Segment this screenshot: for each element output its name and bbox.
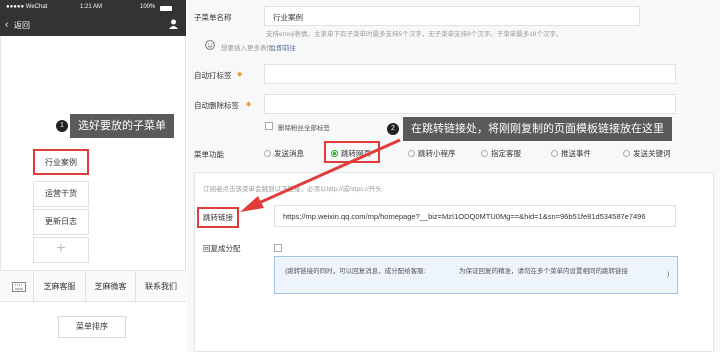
back-chevron-icon[interactable]: ‹ — [5, 19, 8, 30]
menu-bar-item-3[interactable]: 联系我们 — [135, 271, 186, 303]
time-label: 1:21 AM — [80, 4, 103, 10]
remove-all-tags-label: 删除粉丝全部标签 — [278, 125, 330, 132]
plus-icon: + — [56, 240, 66, 257]
carrier-label: ●●●●● WeChat — [6, 4, 48, 10]
reply-note-left: (跳转链接的同时，可以回复消息，成分配给客服: — [285, 268, 426, 275]
emoji-link[interactable]: 立即前往 — [270, 42, 296, 52]
option-label: 指定客服 — [491, 149, 521, 158]
submenu-name-label: 子菜单名称 — [194, 13, 232, 22]
diamond-icon: ◆ — [237, 71, 243, 78]
diamond-icon: ◆ — [246, 101, 252, 108]
option-push-event[interactable]: 推送事件 — [551, 148, 591, 159]
menu-function-label: 菜单功能 — [194, 150, 224, 159]
battery-label: 100% — [140, 4, 156, 10]
submenu-name-input[interactable]: 行业案例 — [264, 6, 640, 26]
auto-remove-tag-input[interactable] — [264, 94, 676, 114]
keyboard-icon[interactable] — [12, 282, 26, 292]
phone-preview: ●●●●● WeChat 1:21 AM 100% ‹ 返回 行业案例 运营干货… — [0, 0, 186, 352]
menu-bar-item-2[interactable]: 芝麻微客 — [85, 271, 135, 303]
submenu-item-ops[interactable]: 运营干货 — [33, 181, 89, 207]
battery-icon — [160, 6, 172, 11]
remove-all-tags-checkbox[interactable] — [265, 122, 273, 130]
auto-remove-tag-label: 自动删除标签 — [194, 101, 239, 110]
step-two-badge: 2 — [387, 123, 399, 135]
phone-menu-bar: 芝麻客服 芝麻微客 联系我们 — [0, 270, 186, 303]
add-submenu-button[interactable]: + — [33, 237, 89, 263]
option-assign-service[interactable]: 指定客服 — [481, 148, 521, 159]
option-jump-miniprogram[interactable]: 跳转小程序 — [408, 148, 456, 159]
red-arrow-icon — [240, 138, 401, 212]
back-label[interactable]: 返回 — [14, 20, 30, 31]
step-one-badge: 1 — [56, 120, 68, 132]
submenu-item-changelog[interactable]: 更新日志 — [33, 209, 89, 235]
emoji-icon[interactable] — [205, 40, 215, 50]
reply-assign-label: 回复成分配 — [203, 244, 241, 253]
option-send-keyword[interactable]: 发送关键词 — [623, 148, 671, 159]
phone-nav-bar: ‹ 返回 — [0, 14, 186, 36]
reply-note-right: 为保证回复的精准，请勿在多个菜单内设置相同的跳转链接 — [459, 268, 628, 275]
menu-sort-button[interactable]: 菜单排序 — [58, 316, 126, 338]
submenu-name-value: 行业案例 — [273, 13, 303, 22]
auto-tag-label: 自动打标签 — [194, 71, 232, 80]
name-hint: 支持emoji表情，主菜单下有子菜单时最多支持5个汉字，无子菜单支持8个汉字。子… — [266, 31, 563, 38]
step-two-callout: 在跳转链接处，将刚刚复制的页面模板链接放在这里 — [403, 117, 672, 141]
menu-bar-item-1[interactable]: 芝麻客服 — [33, 271, 85, 303]
submenu-item-industry[interactable]: 行业案例 — [33, 149, 89, 175]
auto-tag-input[interactable] — [264, 64, 676, 84]
option-label: 推送事件 — [561, 149, 591, 158]
option-label: 跳转小程序 — [418, 149, 456, 158]
step-one-callout: 选好要放的子菜单 — [70, 114, 174, 138]
reply-note-end: ) — [667, 271, 670, 278]
user-icon[interactable] — [169, 19, 178, 29]
radio-icon — [481, 150, 488, 157]
reply-note-box: (跳转链接的同时，可以回复消息，成分配给客服: 为保证回复的精准，请勿在多个菜单… — [274, 256, 678, 294]
phone-content-area — [0, 36, 186, 276]
option-label: 发送关键词 — [633, 149, 671, 158]
radio-icon — [623, 150, 630, 157]
radio-icon — [551, 150, 558, 157]
reply-assign-checkbox[interactable] — [274, 244, 282, 252]
